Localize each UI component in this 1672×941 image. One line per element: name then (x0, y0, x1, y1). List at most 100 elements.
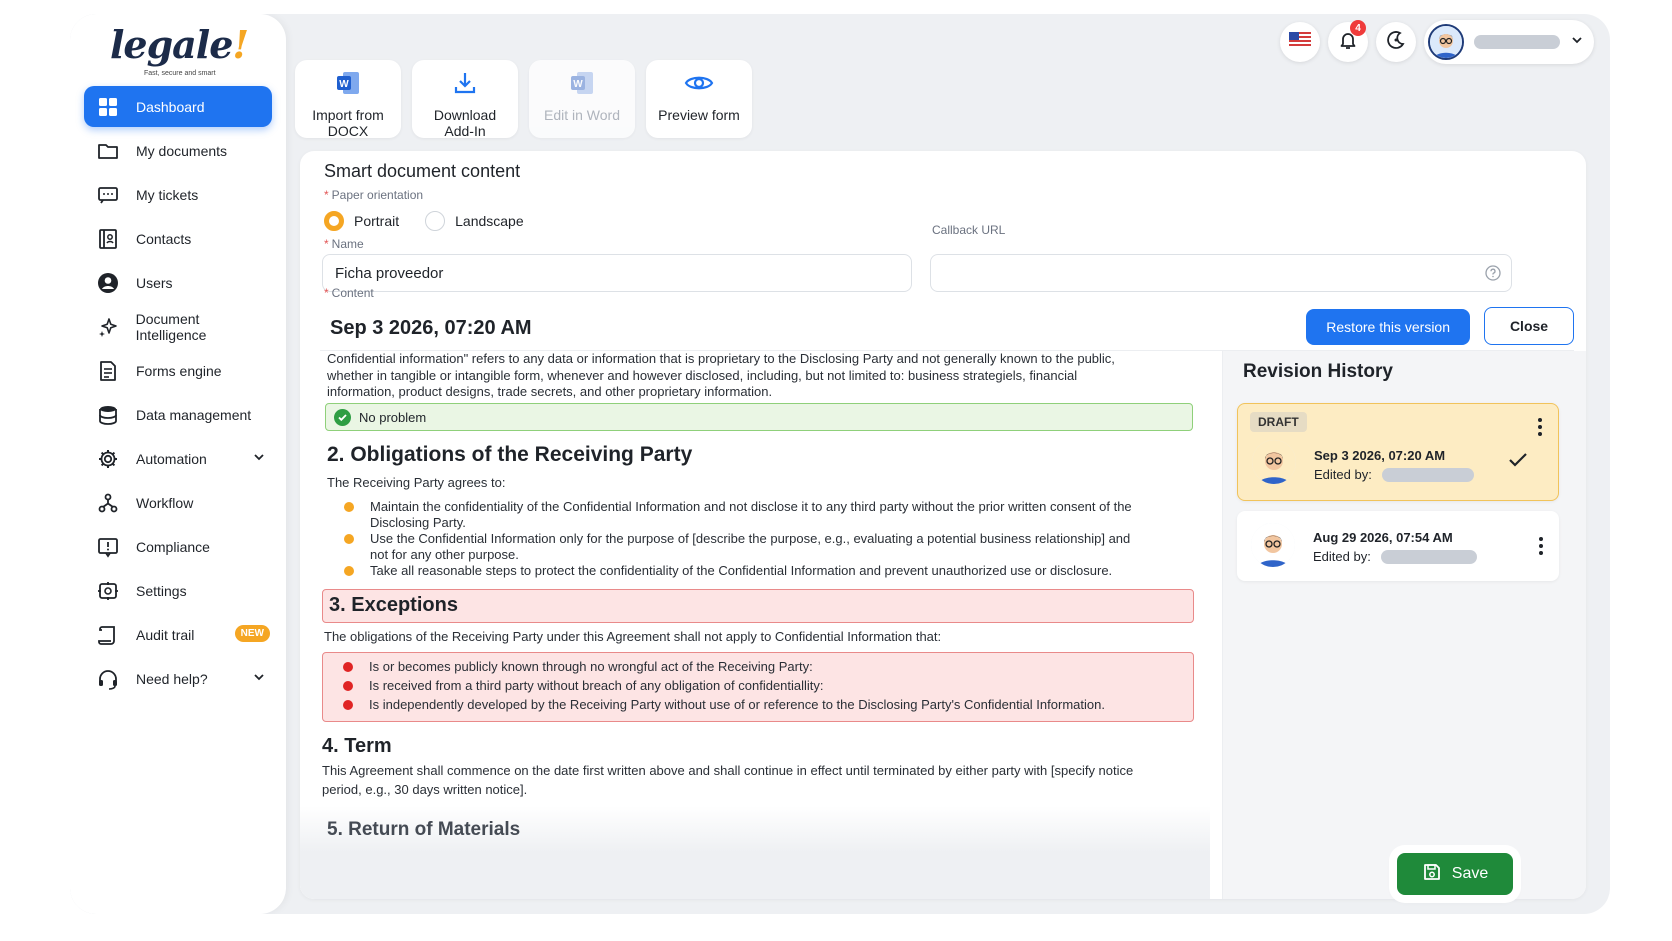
logo-tagline: Fast, secure and smart (144, 70, 216, 77)
sidebar-item-label: Audit trail (136, 626, 195, 643)
list-item: Use the Confidential Information only fo… (322, 531, 1142, 563)
smart-document-card: Smart document content * Paper orientatio… (300, 151, 1586, 899)
preview-form-button[interactable]: Preview form (646, 60, 752, 138)
revision-editor: Edited by: (1313, 549, 1371, 564)
exceptions-intro-paragraph: The obligations of the Receiving Party u… (324, 629, 942, 644)
import-docx-button[interactable]: W Import from DOCX (295, 60, 401, 139)
name-input[interactable]: Ficha proveedor (322, 254, 912, 292)
avatar (1252, 440, 1296, 484)
term-paragraph: This Agreement shall commence on the dat… (322, 763, 1134, 797)
chevron-down-icon[interactable] (252, 670, 266, 689)
save-label: Save (1451, 865, 1489, 882)
sidebar-item-my-documents[interactable]: My documents (84, 130, 272, 171)
moon-icon (1386, 30, 1406, 55)
svg-text:W: W (573, 79, 583, 90)
sidebar-item-label: Document Intelligence (135, 310, 207, 343)
sidebar-item-need-help[interactable]: Need help? (84, 658, 272, 699)
portrait-radio[interactable] (324, 211, 344, 231)
exceptions-highlight: Is or becomes publicly known through no … (322, 652, 1194, 722)
avatar (1251, 523, 1295, 567)
sidebar-item-my-tickets[interactable]: My tickets (84, 174, 272, 215)
database-icon (96, 403, 120, 427)
sidebar-item-label: Need help? (136, 670, 208, 687)
import-docx-label: Import from DOCX (312, 107, 384, 139)
list-item: Maintain the confidentiality of the Conf… (322, 499, 1142, 531)
sidebar-item-automation[interactable]: Automation (84, 438, 272, 479)
save-button[interactable]: Save (1397, 853, 1513, 895)
content-label: * Content (324, 286, 374, 300)
sidebar-item-audit-trail[interactable]: Audit trail NEW (84, 614, 272, 655)
orientation-radio-group: Portrait Landscape (324, 211, 524, 231)
preview-form-label: Preview form (658, 107, 740, 123)
sidebar-item-label: Automation (136, 450, 207, 467)
notifications-button[interactable]: 4 (1328, 20, 1368, 62)
revision-date: Aug 29 2026, 07:54 AM (1313, 530, 1453, 545)
version-title: Sep 3 2026, 07:20 AM (330, 317, 532, 339)
sidebar-item-label: Settings (136, 582, 187, 599)
sidebar-item-settings[interactable]: Settings (84, 570, 272, 611)
help-icon (1485, 265, 1501, 285)
check-icon (1508, 452, 1528, 473)
sidebar-item-contacts[interactable]: Contacts (84, 218, 272, 259)
sparkle-icon (96, 315, 120, 339)
sidebar-item-label: Forms engine (136, 362, 222, 379)
more-options-icon[interactable] (1538, 418, 1542, 439)
callback-url-input[interactable] (930, 254, 1512, 292)
sidebar-item-workflow[interactable]: Workflow (84, 482, 272, 523)
sidebar-item-data-management[interactable]: Data management (84, 394, 272, 435)
sidebar-item-label: Compliance (136, 538, 210, 555)
editor-name-redacted (1382, 468, 1474, 482)
gear-icon (96, 447, 120, 471)
sidebar-item-label: Contacts (136, 230, 192, 247)
more-options-icon[interactable] (1539, 537, 1543, 558)
sidebar-item-document-intelligence[interactable]: Document Intelligence (84, 306, 272, 347)
sidebar: legale! Fast, secure and smart Dashboard… (70, 14, 286, 914)
headset-icon (96, 667, 120, 691)
section-3-heading: 3. Exceptions (329, 594, 458, 616)
save-icon (1422, 862, 1442, 887)
no-problem-text: No problem (359, 409, 427, 425)
us-flag-icon (1289, 31, 1311, 53)
close-button[interactable]: Close (1484, 307, 1574, 345)
sidebar-item-forms-engine[interactable]: Forms engine (84, 350, 272, 391)
user-menu[interactable] (1424, 20, 1594, 64)
download-icon (452, 70, 478, 101)
app-window: legale! Fast, secure and smart Dashboard… (70, 14, 1610, 914)
section-2-heading: 2. Obligations of the Receiving Party (327, 443, 693, 466)
revision-history-title: Revision History (1243, 361, 1393, 382)
audit-icon (96, 623, 120, 647)
chevron-down-icon (1570, 33, 1584, 52)
list-item: Take all reasonable steps to protect the… (322, 563, 1142, 579)
download-addin-button[interactable]: Download Add-In (412, 60, 518, 139)
compliance-icon (96, 535, 120, 559)
orientation-label: * Paper orientation (324, 188, 424, 202)
edit-in-word-label: Edit in Word (544, 107, 620, 123)
restore-version-button[interactable]: Restore this version (1306, 309, 1470, 345)
word-icon: W (335, 70, 361, 101)
user-name-redacted (1474, 35, 1560, 49)
revision-item[interactable]: Aug 29 2026, 07:54 AM Edited by: (1237, 511, 1559, 581)
new-badge: NEW (234, 625, 270, 642)
logo: legale! Fast, secure and smart (110, 22, 249, 77)
word-icon: W (569, 70, 595, 101)
edit-in-word-button[interactable]: W Edit in Word (529, 60, 635, 138)
exceptions-list: Is or becomes publicly known through no … (321, 659, 1181, 713)
sidebar-item-label: My tickets (136, 186, 199, 203)
check-circle-icon (334, 408, 351, 426)
sidebar-item-users[interactable]: Users (84, 262, 272, 303)
revision-editor: Edited by: (1314, 467, 1372, 482)
user-icon (96, 271, 120, 295)
sidebar-item-compliance[interactable]: Compliance (84, 526, 272, 567)
no-problem-banner: No problem (325, 403, 1193, 431)
chevron-down-icon[interactable] (252, 450, 266, 469)
section-5-heading: 5. Return of Materials (327, 819, 521, 840)
language-button[interactable] (1280, 22, 1320, 62)
theme-toggle-button[interactable] (1376, 22, 1416, 62)
revision-item-draft[interactable]: DRAFT Sep 3 2026, 07:20 AM Edited by: (1237, 403, 1559, 501)
section-4-heading: 4. Term (322, 735, 392, 757)
sidebar-item-label: Dashboard (136, 98, 205, 115)
sidebar-item-dashboard[interactable]: Dashboard (84, 86, 272, 127)
exceptions-heading-highlight: 3. Exceptions (322, 589, 1194, 623)
landscape-radio[interactable] (425, 211, 446, 231)
form-icon (96, 359, 120, 383)
